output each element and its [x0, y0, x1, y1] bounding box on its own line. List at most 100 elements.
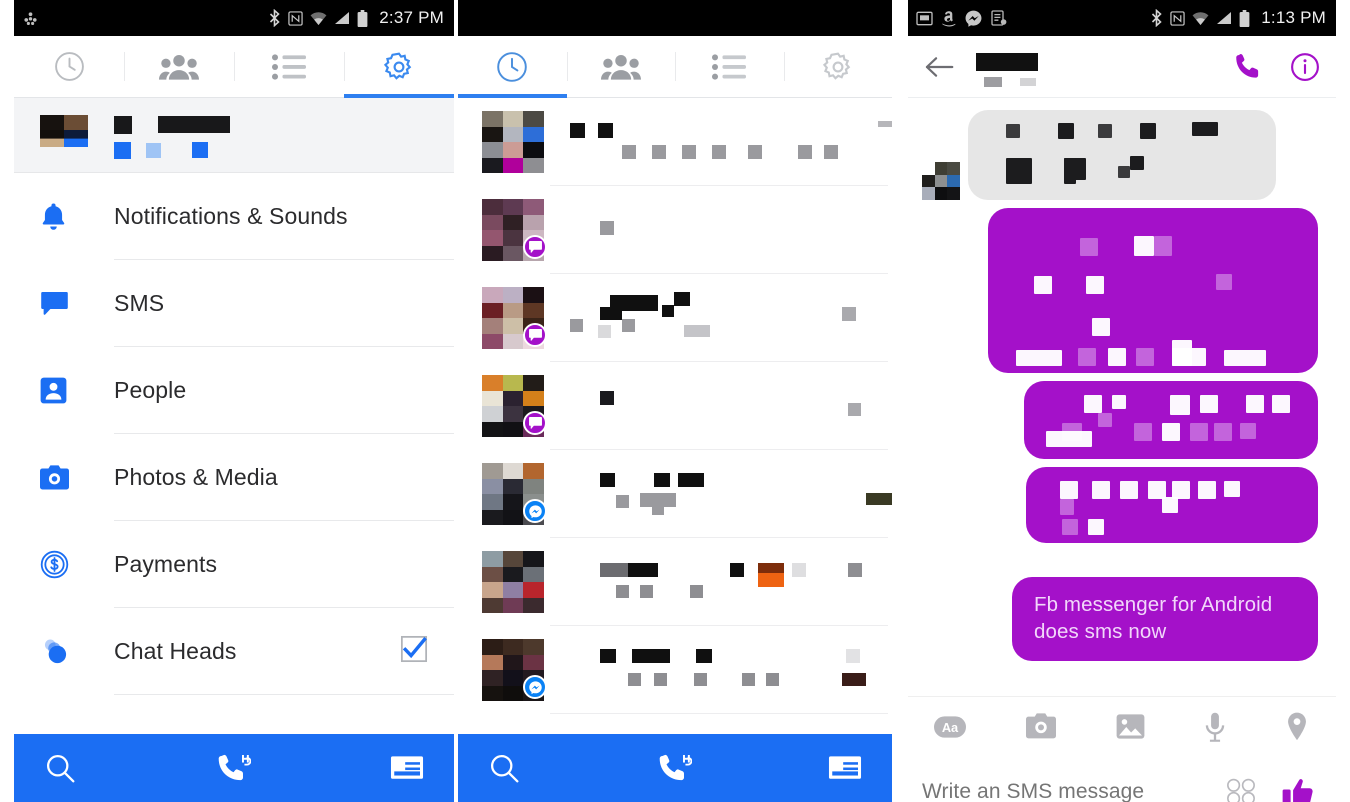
video-call-button[interactable]	[161, 753, 308, 783]
message-row-outgoing	[922, 208, 1318, 373]
search-icon	[491, 755, 519, 783]
avatar	[922, 162, 960, 200]
sms-badge	[523, 323, 547, 347]
battery-icon	[357, 9, 368, 27]
text-format-aa-icon[interactable]: Aa	[934, 714, 966, 740]
composer-row	[908, 756, 1336, 802]
message-bubble-outgoing-redacted[interactable]	[988, 208, 1318, 373]
sms-badge	[523, 235, 547, 259]
dollar-coin-icon	[40, 550, 76, 579]
profile-name-redacted	[114, 114, 314, 159]
profile-row[interactable]	[14, 98, 454, 173]
bottom-action-bar	[14, 734, 454, 802]
clock-icon	[497, 51, 528, 82]
tab-contacts[interactable]	[675, 36, 784, 97]
tab-recent[interactable]	[14, 36, 124, 97]
message-bubble-outgoing-redacted[interactable]	[1024, 381, 1318, 459]
top-tab-bar	[14, 36, 454, 98]
settings-item-photos-and-media[interactable]: Photos & Media	[14, 434, 454, 521]
status-bar: 1:13 PM	[908, 0, 1336, 36]
conversation-redacted-text	[566, 111, 892, 173]
phone-call-icon[interactable]	[1234, 52, 1264, 82]
search-button[interactable]	[14, 752, 161, 784]
stickers-icon[interactable]	[1226, 778, 1256, 802]
avatar	[482, 463, 547, 525]
svg-text:Aa: Aa	[942, 719, 959, 734]
tab-settings[interactable]	[783, 36, 893, 97]
conversation-list	[458, 98, 892, 714]
gear-icon	[383, 52, 412, 80]
tab-groups[interactable]	[124, 36, 234, 97]
conversation-row[interactable]	[458, 274, 892, 362]
settings-item-people[interactable]: People	[14, 347, 454, 434]
settings-item-label: Notifications & Sounds	[114, 203, 348, 229]
conversation-redacted-text	[566, 551, 882, 613]
conversation-row[interactable]	[458, 186, 892, 274]
video-call-button[interactable]	[603, 753, 748, 783]
cell-signal-icon	[1216, 11, 1232, 25]
conversation-redacted-text	[566, 199, 882, 261]
status-bar-right-icons: 2:37 PM	[268, 8, 444, 28]
avatar	[482, 287, 547, 349]
conversation-row[interactable]	[458, 98, 892, 186]
settings-item-payments[interactable]: Payments	[14, 521, 454, 608]
phone-panel-recents	[458, 0, 892, 802]
wifi-icon	[1192, 11, 1209, 26]
compose-message-button[interactable]	[307, 754, 454, 782]
settings-item-label: People	[114, 377, 187, 403]
conversation-row[interactable]	[458, 538, 892, 626]
camera-icon[interactable]	[1025, 713, 1056, 740]
tab-contacts[interactable]	[234, 36, 344, 97]
screenshot-collage: 2:37 PM Notifications & Sounds SMS Peopl…	[0, 0, 1350, 802]
list-icon	[712, 53, 747, 80]
message-row-outgoing	[922, 381, 1318, 459]
status-bar-right-icons: 1:13 PM	[1150, 8, 1326, 28]
chat-heads-checkbox[interactable]	[400, 635, 428, 668]
message-row-outgoing: Fb messenger for Android does sms now	[922, 577, 1318, 662]
settings-item-sms[interactable]: SMS	[14, 260, 454, 347]
search-button[interactable]	[458, 752, 603, 784]
thread-header	[908, 36, 1336, 98]
status-bar-left-icons	[916, 10, 1150, 27]
gear-icon	[822, 52, 851, 80]
settings-item-chat-heads[interactable]: Chat Heads	[14, 608, 454, 695]
nfc-icon	[288, 10, 303, 26]
list-icon	[272, 53, 306, 80]
contact-card-icon	[40, 377, 76, 404]
settings-item-notifications-and-sounds[interactable]: Notifications & Sounds	[14, 173, 454, 260]
gallery-icon[interactable]	[1116, 713, 1145, 740]
conversation-redacted-text	[566, 463, 892, 525]
back-arrow-icon[interactable]	[924, 54, 954, 80]
message-bubble-outgoing[interactable]: Fb messenger for Android does sms now	[1012, 577, 1318, 662]
video-call-hd-icon	[659, 754, 692, 781]
avatar	[482, 639, 547, 701]
compose-message-button[interactable]	[747, 754, 892, 782]
avatar	[482, 375, 547, 437]
microphone-icon[interactable]	[1204, 712, 1226, 742]
status-bar-clock: 1:13 PM	[1261, 8, 1326, 27]
messenger-badge	[523, 675, 547, 699]
app-icon	[991, 10, 1007, 26]
avatar	[482, 199, 547, 261]
conversation-row[interactable]	[458, 450, 892, 538]
status-bar: 2:37 PM	[14, 0, 454, 36]
phone-panel-settings: 2:37 PM Notifications & Sounds SMS Peopl…	[14, 0, 454, 802]
tab-settings[interactable]	[344, 36, 454, 98]
sms-message-input[interactable]	[922, 780, 1216, 802]
tab-recent[interactable]	[458, 36, 567, 98]
conversation-redacted-text	[566, 375, 882, 437]
thread-header-actions	[1234, 52, 1320, 82]
conversation-row[interactable]	[458, 362, 892, 450]
amazon-icon	[942, 10, 956, 27]
info-icon[interactable]	[1290, 52, 1320, 82]
tab-groups[interactable]	[566, 36, 676, 97]
conversation-row[interactable]	[458, 626, 892, 714]
settings-item-label: Photos & Media	[114, 464, 278, 490]
message-bubble-outgoing-redacted[interactable]	[1026, 467, 1318, 543]
settings-item-label: Payments	[114, 551, 218, 577]
thumbs-up-icon[interactable]	[1282, 777, 1314, 802]
location-pin-icon[interactable]	[1286, 712, 1308, 741]
settings-item-label: SMS	[114, 290, 165, 316]
thread-title-redacted	[968, 47, 1118, 87]
message-bubble-incoming-redacted[interactable]	[968, 110, 1276, 200]
